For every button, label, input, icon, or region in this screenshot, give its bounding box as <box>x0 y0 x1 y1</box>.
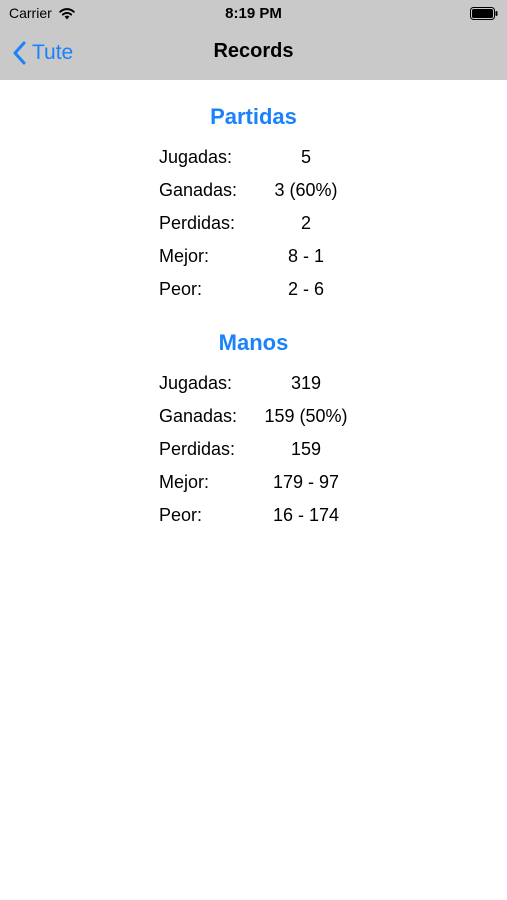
status-time: 8:19 PM <box>225 5 282 22</box>
partidas-row-perdidas: Perdidas: 2 <box>159 213 379 246</box>
partidas-row-ganadas: Ganadas: 3 (60%) <box>159 180 379 213</box>
row-label: Mejor: <box>159 472 210 492</box>
row-label: Jugadas: <box>159 147 233 167</box>
row-value: 8 - 1 <box>287 246 325 266</box>
row-label: Perdidas: <box>159 213 236 233</box>
partidas-title: Partidas <box>210 104 297 129</box>
navigation-bar: Tute Records <box>0 28 507 80</box>
row-label: Jugadas: <box>159 373 233 393</box>
row-value: 3 (60%) <box>274 180 338 200</box>
top-bar: Carrier 8:19 PM Tute Records <box>0 0 507 80</box>
row-value: 179 - 97 <box>272 472 340 492</box>
partidas-row-mejor: Mejor: 8 - 1 <box>159 246 379 279</box>
partidas-row-jugadas: Jugadas: 5 <box>159 147 379 180</box>
row-value: 5 <box>300 147 311 167</box>
page-title: Records <box>213 40 294 62</box>
manos-row-ganadas: Ganadas: 159 (50%) <box>159 406 379 439</box>
manos-row-mejor: Mejor: 179 - 97 <box>159 472 379 505</box>
partidas-row-peor: Peor: 2 - 6 <box>159 279 379 312</box>
manos-title: Manos <box>218 330 289 355</box>
row-value: 2 - 6 <box>287 279 325 299</box>
row-value: 16 - 174 <box>272 505 340 525</box>
status-bar: Carrier 8:19 PM <box>0 0 507 28</box>
manos-row-perdidas: Perdidas: 159 <box>159 439 379 472</box>
row-label: Ganadas: <box>159 406 238 426</box>
row-value: 319 <box>290 373 322 393</box>
manos-row-peor: Peor: 16 - 174 <box>159 505 379 538</box>
row-label: Peor: <box>159 505 203 525</box>
row-value: 159 (50%) <box>264 406 348 426</box>
row-value: 159 <box>290 439 322 459</box>
row-label: Perdidas: <box>159 439 236 459</box>
row-label: Peor: <box>159 279 203 299</box>
row-label: Mejor: <box>159 246 210 266</box>
row-value: 2 <box>300 213 311 233</box>
row-label: Ganadas: <box>159 180 238 200</box>
battery-icon <box>470 7 498 20</box>
manos-row-jugadas: Jugadas: 319 <box>159 373 379 406</box>
